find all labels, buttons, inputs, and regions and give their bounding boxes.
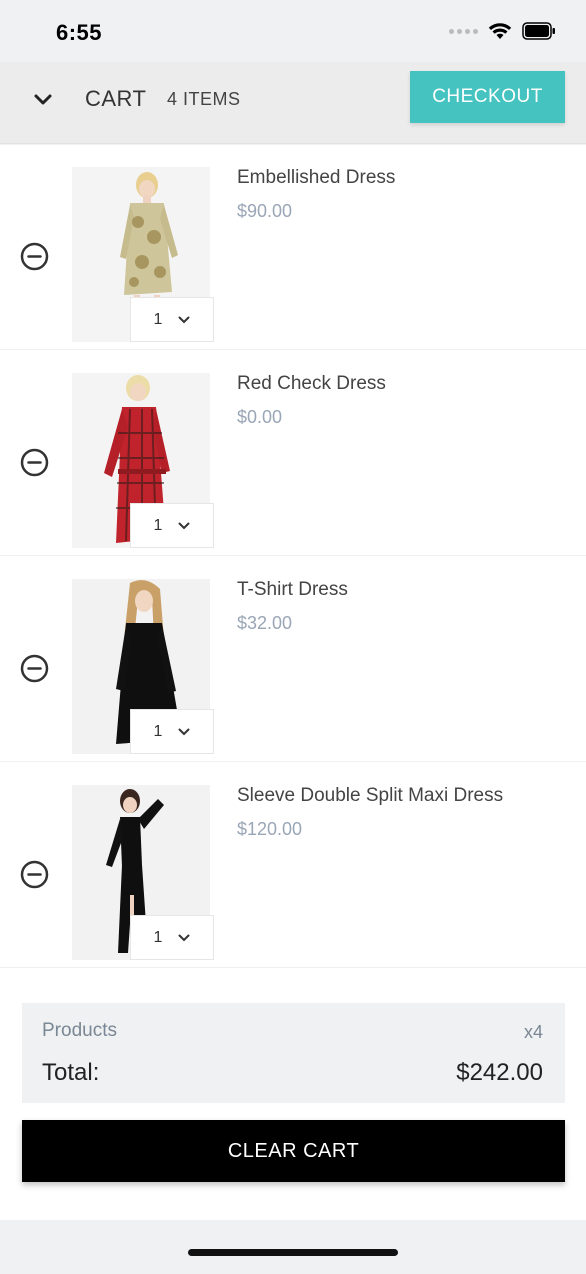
remove-item-icon[interactable] [20,242,49,271]
chevron-down-icon [178,728,190,735]
chevron-down-icon [178,934,190,941]
home-indicator[interactable] [188,1249,398,1256]
quantity-value: 1 [153,516,163,534]
chevron-down-icon [178,522,190,529]
cellular-signal-icon [449,28,478,34]
remove-item-icon[interactable] [20,860,49,889]
remove-item-icon[interactable] [20,448,49,477]
product-name[interactable]: Sleeve Double Split Maxi Dress [237,785,503,807]
quantity-selector[interactable]: 1 [130,709,214,754]
status-time: 6:55 [56,20,103,45]
order-summary: Products x4 Total: $242.00 [22,1003,565,1103]
clear-cart-button[interactable]: CLEAR CART [22,1120,565,1182]
cart-header: CART 4 ITEMS CHECKOUT [0,62,586,144]
cart-item: 1 Red Check Dress $0.00 [0,351,586,556]
cart-item: 1 Sleeve Double Split Maxi Dress $120.00 [0,763,586,968]
product-name[interactable]: Embellished Dress [237,167,395,189]
quantity-selector[interactable]: 1 [130,503,214,548]
page-title: CART [85,86,147,111]
product-price: $120.00 [237,819,303,839]
products-label: Products [42,1020,117,1041]
status-bar: 6:55 [0,0,586,62]
products-count: x4 [523,1022,543,1042]
product-price: $90.00 [237,201,293,221]
quantity-value: 1 [153,928,163,946]
battery-icon [522,22,555,40]
quantity-selector[interactable]: 1 [130,915,214,960]
total-value: $242.00 [456,1059,543,1086]
cart-list: 1 Embellished Dress $90.00 1 Red Check D… [0,145,586,973]
status-icons [449,22,556,40]
cart-item: 1 Embellished Dress $90.00 [0,145,586,350]
chevron-down-icon[interactable] [30,86,56,112]
cart-item: 1 T-Shirt Dress $32.00 [0,557,586,762]
cart-footer: Products x4 Total: $242.00 CLEAR CART [0,973,586,1220]
quantity-value: 1 [153,310,163,328]
quantity-selector[interactable]: 1 [130,297,214,342]
product-price: $0.00 [237,407,283,427]
product-name[interactable]: T-Shirt Dress [237,579,348,601]
total-label: Total: [42,1059,100,1086]
chevron-down-icon [178,316,190,323]
product-name[interactable]: Red Check Dress [237,373,386,395]
quantity-value: 1 [153,722,163,740]
remove-item-icon[interactable] [20,654,49,683]
checkout-button[interactable]: CHECKOUT [410,71,565,123]
product-price: $32.00 [237,613,293,633]
items-count: 4 ITEMS [167,89,241,109]
wifi-icon [488,23,512,39]
